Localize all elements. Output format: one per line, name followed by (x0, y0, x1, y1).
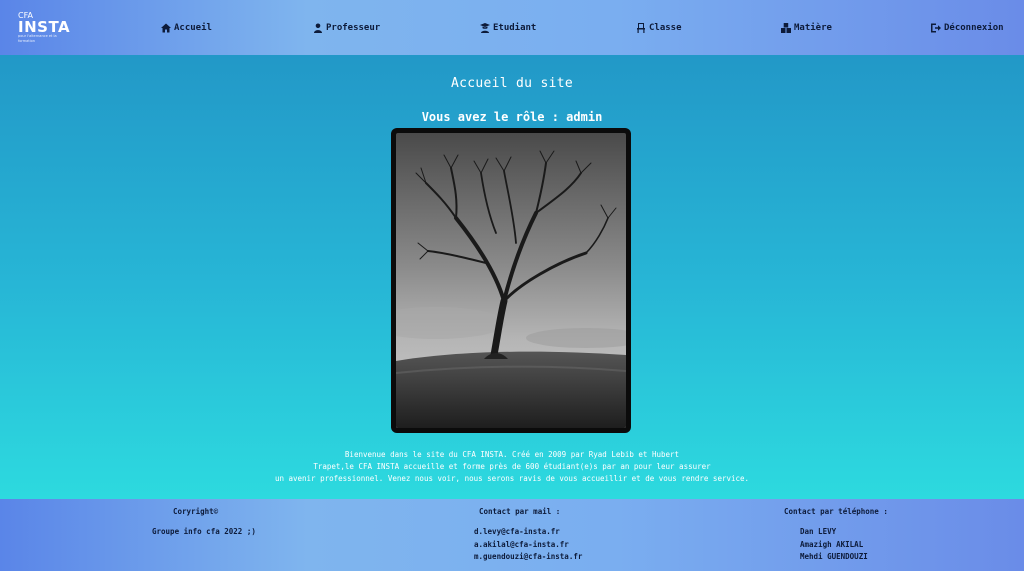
nav-deconnexion[interactable]: Déconnexion (931, 20, 1004, 35)
page-title: Accueil du site (451, 76, 573, 91)
home-icon (161, 23, 171, 32)
chair-icon (637, 22, 645, 33)
nav-classe[interactable]: Classe (636, 20, 682, 35)
mail-heading: Contact par mail : (479, 507, 561, 516)
footer-mail: Contact par mail : d.levy@cfa-insta.fr a… (474, 507, 582, 564)
description-line: Trapet,le CFA INSTA accueille et forme p… (313, 462, 711, 471)
email-link[interactable]: m.guendouzi@cfa-insta.fr (474, 551, 582, 564)
nav-etudiant[interactable]: Etudiant (480, 20, 536, 35)
contact-name: Amazigh AKILAL (800, 539, 864, 549)
nav-professeur-label: Professeur (326, 22, 381, 33)
tree-photo (391, 128, 631, 433)
nav-etudiant-label: Etudiant (493, 22, 537, 33)
contact-name: Dan LEVY (800, 527, 837, 536)
description-line: Bienvenue dans le site du CFA INSTA. Cré… (344, 450, 680, 459)
graduate-icon (480, 22, 490, 33)
footer: Coryright© Groupe info cfa 2022 ;) Conta… (0, 499, 1024, 571)
footer-copyright: Coryright© Groupe info cfa 2022 ;) (152, 507, 256, 539)
copyright-text: Groupe info cfa 2022 ;) (152, 527, 256, 536)
email-link[interactable]: d.levy@cfa-insta.fr (474, 526, 582, 539)
navbar: CFA INSTA pour l'alternance et la format… (0, 0, 1024, 55)
site-description: Bienvenue dans le site du CFA INSTA. Cré… (262, 449, 762, 485)
nav-matiere[interactable]: Matière (781, 20, 832, 35)
nav-accueil-label: Accueil (174, 22, 212, 33)
tree-image (396, 133, 626, 428)
cfa-insta-logo[interactable]: CFA INSTA pour l'alternance et la format… (18, 12, 71, 44)
logo-brand: INSTA (18, 18, 71, 36)
logo-tagline: pour l'alternance et la formation (18, 34, 57, 43)
email-link[interactable]: a.akilal@cfa-insta.fr (474, 539, 582, 552)
nav-classe-label: Classe (649, 22, 682, 33)
nav-matiere-label: Matière (794, 22, 832, 33)
logout-icon (931, 23, 941, 32)
nav-deconnexion-label: Déconnexion (944, 22, 1004, 33)
contact-name: Mehdi GUENDOUZI (800, 552, 868, 561)
description-line: un avenir professionnel. Venez nous voir… (274, 474, 750, 483)
footer-phone: Contact par téléphone : Dan LEVY Amazigh… (784, 507, 888, 564)
nav-professeur[interactable]: Professeur (313, 20, 380, 35)
phone-heading: Contact par téléphone : (784, 507, 888, 516)
nav-accueil[interactable]: Accueil (161, 20, 212, 35)
books-icon (781, 22, 791, 33)
user-icon (314, 23, 322, 33)
user-role: Vous avez le rôle : admin (421, 110, 603, 124)
copyright-heading: Coryright© (173, 507, 219, 516)
